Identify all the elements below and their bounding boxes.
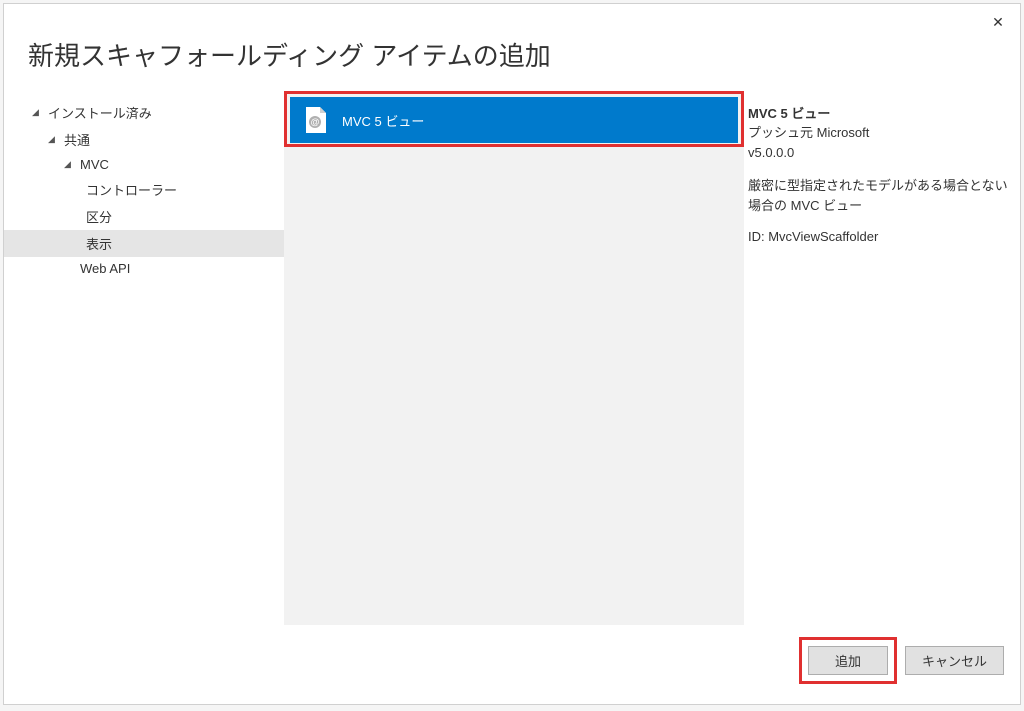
close-icon: ✕ — [992, 14, 1004, 31]
tree-label: MVC — [80, 157, 109, 172]
detail-version: v5.0.0.0 — [748, 144, 1008, 162]
tree-area[interactable]: 区分 — [4, 203, 284, 230]
razor-view-icon: @ — [304, 107, 326, 133]
svg-text:@: @ — [311, 117, 320, 127]
tree-label: 共通 — [64, 130, 90, 149]
details-pane: MVC 5 ビュー プッシュ元 Microsoft v5.0.0.0 厳密に型指… — [744, 91, 1020, 625]
annotation-highlight: 追加 — [799, 637, 897, 684]
dialog-title: 新規スキャフォールディング アイテムの追加 — [4, 4, 1020, 91]
detail-description: 厳密に型指定されたモデルがある場合とない場合の MVC ビュー — [748, 176, 1008, 215]
tree-mvc[interactable]: ◢ MVC — [4, 153, 284, 176]
scaffold-dialog: ✕ 新規スキャフォールディング アイテムの追加 ◢ インストール済み ◢ 共通 … — [3, 3, 1021, 705]
cancel-button[interactable]: キャンセル — [905, 646, 1004, 675]
template-item-label: MVC 5 ビュー — [342, 111, 424, 130]
detail-title: MVC 5 ビュー — [748, 103, 1008, 122]
dialog-footer: 追加 キャンセル — [4, 625, 1020, 704]
chevron-down-icon: ◢ — [64, 159, 76, 170]
tree-label: 表示 — [86, 234, 112, 253]
tree-label: コントローラー — [86, 180, 177, 199]
tree-installed[interactable]: ◢ インストール済み — [4, 99, 284, 126]
tree-label: インストール済み — [48, 103, 152, 122]
tree-label: 区分 — [86, 207, 112, 226]
dialog-content: ◢ インストール済み ◢ 共通 ◢ MVC コントローラー 区分 表示 — [4, 91, 1020, 625]
chevron-down-icon: ◢ — [32, 107, 44, 118]
detail-id: ID: MvcViewScaffolder — [748, 229, 1008, 244]
tree-view[interactable]: 表示 — [4, 230, 284, 257]
close-button[interactable]: ✕ — [988, 12, 1008, 32]
chevron-down-icon: ◢ — [48, 134, 60, 145]
category-tree: ◢ インストール済み ◢ 共通 ◢ MVC コントローラー 区分 表示 — [4, 91, 284, 625]
add-button[interactable]: 追加 — [808, 646, 888, 675]
tree-common[interactable]: ◢ 共通 — [4, 126, 284, 153]
template-item-mvc5-view[interactable]: @ MVC 5 ビュー — [290, 97, 738, 143]
tree-controllers[interactable]: コントローラー — [4, 176, 284, 203]
detail-publisher: プッシュ元 Microsoft — [748, 124, 1008, 142]
tree-label: Web API — [80, 261, 130, 276]
template-list: @ MVC 5 ビュー — [284, 91, 744, 625]
tree-webapi[interactable]: Web API — [4, 257, 284, 280]
